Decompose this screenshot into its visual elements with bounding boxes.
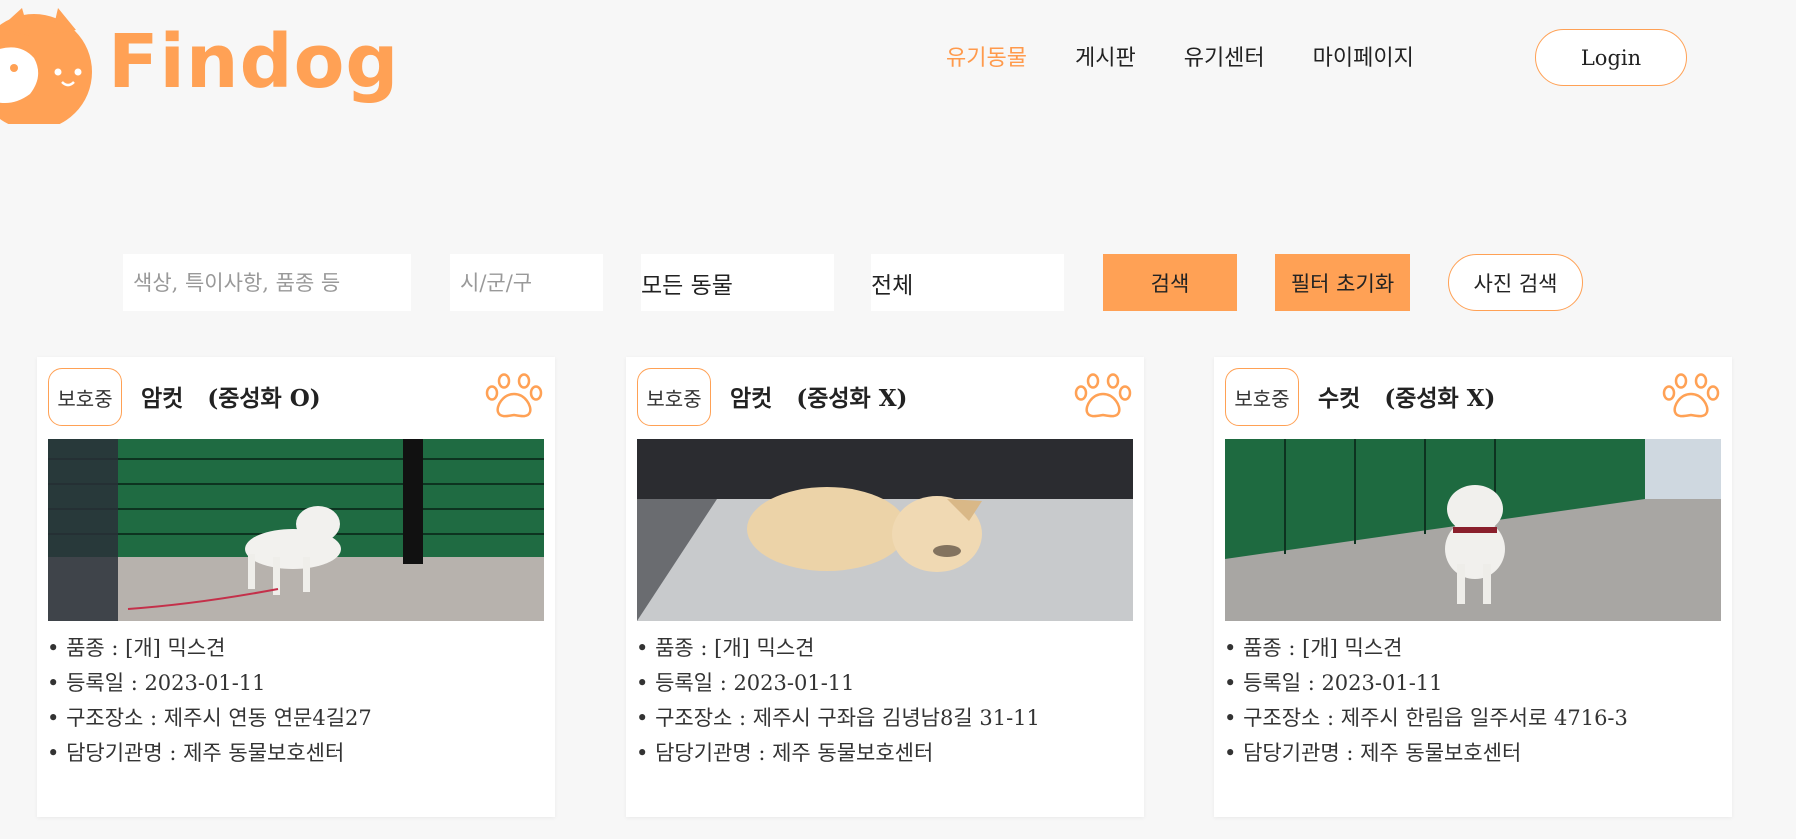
status-badge: 보호중 [637, 368, 711, 426]
animal-card[interactable]: 보호중 수컷 (중성화 X) 품종 : [개] 믹스견 등록 [1214, 357, 1732, 817]
animal-type-value: 모든 동물 [641, 272, 733, 299]
rescue-location-text: 구조장소 : 제주시 구좌읍 김녕남8길 31-11 [636, 701, 1040, 736]
dog-cat-logo-icon [0, 8, 92, 124]
card-title: 암컷 (중성화 X) [730, 385, 908, 412]
card-title: 암컷 (중성화 O) [141, 385, 321, 412]
registration-date-text: 등록일 : 2023-01-11 [47, 666, 372, 701]
card-info: 품종 : [개] 믹스견 등록일 : 2023-01-11 구조장소 : 제주시… [636, 631, 1040, 771]
agency-text: 담당기관명 : 제주 동물보호센터 [1224, 736, 1628, 771]
agency-text: 담당기관명 : 제주 동물보호센터 [47, 736, 372, 771]
agency-text: 담당기관명 : 제주 동물보호센터 [636, 736, 1040, 771]
registration-date-text: 등록일 : 2023-01-11 [1224, 666, 1628, 701]
rescue-location-text: 구조장소 : 제주시 한림읍 일주서로 4716-3 [1224, 701, 1628, 736]
animal-card[interactable]: 보호중 암컷 (중성화 X) 품종 : [개] 믹스견 등록일 : 2023-0… [626, 357, 1144, 817]
nav-item-shelters[interactable]: 유기센터 [1184, 40, 1265, 72]
login-button[interactable]: Login [1535, 29, 1687, 86]
rescue-location-text: 구조장소 : 제주시 연동 연문4길27 [47, 701, 372, 736]
keyword-search-input[interactable] [123, 254, 411, 311]
paw-icon[interactable] [1074, 372, 1132, 420]
main-nav: 유기동물 게시판 유기센터 마이페이지 [946, 40, 1414, 72]
keyword-search-box [123, 254, 411, 311]
status-badge: 보호중 [1225, 368, 1299, 426]
status-badge: 보호중 [48, 368, 122, 426]
reset-filter-button[interactable]: 필터 초기화 [1275, 254, 1410, 311]
animal-type-select[interactable]: 모든 동물 [641, 254, 834, 311]
card-info: 품종 : [개] 믹스견 등록일 : 2023-01-11 구조장소 : 제주시… [47, 631, 372, 771]
paw-icon[interactable] [1662, 372, 1720, 420]
breed-text: 품종 : [개] 믹스견 [636, 631, 1040, 666]
breed-text: 품종 : [개] 믹스견 [47, 631, 372, 666]
animal-photo [48, 439, 544, 621]
nav-item-board[interactable]: 게시판 [1075, 40, 1136, 72]
search-button[interactable]: 검색 [1103, 254, 1237, 311]
region-input[interactable] [450, 254, 603, 311]
breed-text: 품종 : [개] 믹스견 [1224, 631, 1628, 666]
logo-text: Findog [108, 19, 400, 105]
animal-card[interactable]: 보호중 암컷 (중성화 O) 품종 : [37, 357, 555, 817]
card-info: 품종 : [개] 믹스견 등록일 : 2023-01-11 구조장소 : 제주시… [1224, 631, 1628, 771]
animal-photo [637, 439, 1133, 621]
status-select[interactable]: 전체 [871, 254, 1064, 311]
paw-icon[interactable] [485, 372, 543, 420]
nav-item-lost-animals[interactable]: 유기동물 [946, 40, 1027, 72]
registration-date-text: 등록일 : 2023-01-11 [636, 666, 1040, 701]
photo-search-button[interactable]: 사진 검색 [1448, 254, 1583, 311]
animal-photo [1225, 439, 1721, 621]
nav-item-mypage[interactable]: 마이페이지 [1313, 40, 1414, 72]
findog-logo[interactable]: Findog [0, 6, 399, 124]
region-search-box [450, 254, 603, 311]
status-value: 전체 [871, 272, 914, 299]
card-title: 수컷 (중성화 X) [1318, 385, 1496, 412]
